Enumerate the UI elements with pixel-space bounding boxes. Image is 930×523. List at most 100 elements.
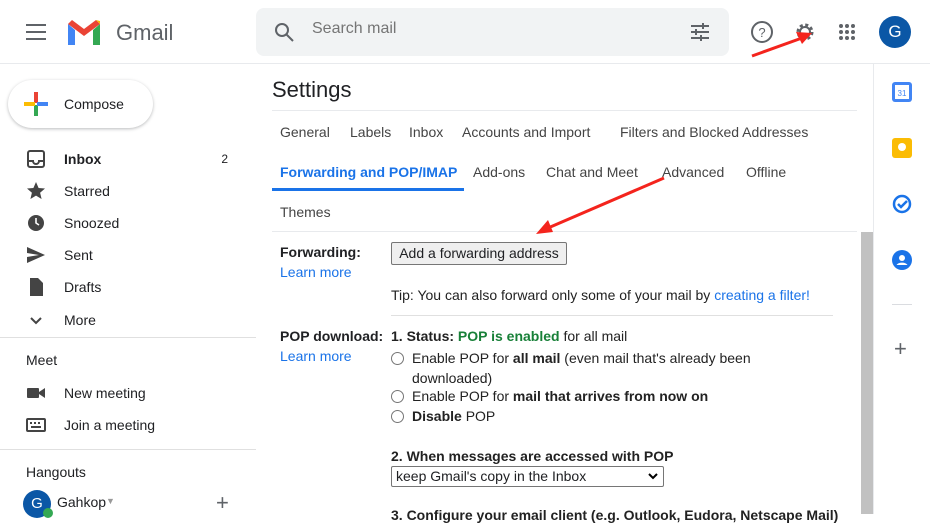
tab-advanced[interactable]: Advanced	[662, 164, 724, 180]
divider	[272, 110, 857, 111]
forwarding-learn-more-link[interactable]: Learn more	[280, 264, 352, 280]
sidebar-item-more[interactable]: More	[0, 304, 256, 336]
radio-button[interactable]	[391, 390, 404, 403]
draft-icon	[30, 278, 43, 296]
compose-button[interactable]: Compose	[8, 80, 153, 128]
divider	[391, 315, 833, 316]
chevron-down-icon	[30, 317, 42, 325]
step3-label: 3. Configure your email client (e.g. Out…	[391, 507, 839, 523]
tab-inbox[interactable]: Inbox	[409, 124, 443, 140]
clock-icon	[28, 215, 44, 231]
divider	[272, 231, 857, 232]
star-icon	[27, 182, 45, 199]
sidebar-item-label: Inbox	[64, 151, 102, 167]
sidebar-item-drafts[interactable]: Drafts	[0, 271, 256, 303]
radio-button[interactable]	[391, 352, 404, 365]
side-panel: 31 +	[873, 64, 930, 514]
hangouts-heading: Hangouts	[26, 464, 86, 480]
contacts-icon[interactable]	[892, 250, 912, 270]
sidebar-item-starred[interactable]: Starred	[0, 175, 256, 207]
radio-button[interactable]	[391, 410, 404, 423]
add-hangout-icon[interactable]: +	[216, 490, 229, 516]
tasks-icon[interactable]	[892, 194, 912, 214]
top-bar: Gmail ? G	[0, 0, 930, 64]
help-icon[interactable]: ?	[750, 20, 774, 44]
add-forwarding-address-button[interactable]: Add a forwarding address	[391, 242, 567, 265]
tab-general[interactable]: General	[280, 124, 330, 140]
option-text: all mail	[512, 350, 561, 366]
tab-chat-meet[interactable]: Chat and Meet	[546, 164, 638, 180]
inbox-count: 2	[221, 152, 228, 166]
status-suffix: for all mail	[559, 328, 628, 344]
svg-text:?: ?	[758, 25, 765, 40]
keyboard-icon	[26, 418, 46, 432]
tab-addons[interactable]: Add-ons	[473, 164, 525, 180]
send-icon	[27, 247, 45, 263]
search-input[interactable]	[312, 20, 612, 38]
menu-icon[interactable]	[26, 22, 46, 42]
apps-grid-icon[interactable]	[838, 23, 856, 41]
inbox-icon	[27, 150, 45, 168]
plus-icon	[24, 92, 48, 116]
caret-down-icon[interactable]: ▼	[106, 496, 115, 506]
option-text: mail that arrives from now on	[512, 388, 709, 404]
option-text: Disable	[412, 408, 462, 424]
sidebar-item-snoozed[interactable]: Snoozed	[0, 207, 256, 239]
gmail-logo-icon	[68, 20, 100, 45]
tab-labels[interactable]: Labels	[350, 124, 391, 140]
pop-all-mail-option[interactable]: Enable POP for all mail (even mail that'…	[391, 348, 771, 388]
scrollbar[interactable]	[861, 232, 873, 514]
search-bar	[256, 8, 729, 56]
pop-from-now-option[interactable]: Enable POP for mail that arrives from no…	[391, 388, 708, 404]
tab-accounts[interactable]: Accounts and Import	[462, 124, 590, 140]
meet-heading: Meet	[26, 352, 58, 368]
page-title: Settings	[272, 77, 352, 102]
sidebar-item-label: Snoozed	[64, 215, 120, 231]
add-addon-icon[interactable]: +	[894, 336, 907, 362]
active-tab-indicator	[272, 188, 464, 191]
sidebar-item-label: Drafts	[64, 279, 102, 295]
calendar-icon[interactable]: 31	[892, 82, 912, 102]
app-name: Gmail	[116, 20, 174, 45]
sidebar-item-label: Starred	[64, 183, 110, 199]
create-filter-link[interactable]: creating a filter!	[714, 287, 810, 303]
step2-label: 2. When messages are accessed with POP	[391, 448, 674, 464]
tab-filters[interactable]: Filters and Blocked Addresses	[620, 124, 808, 140]
new-meeting-item[interactable]: New meeting	[0, 377, 256, 409]
pop-status: POP is enabled	[457, 328, 560, 344]
sidebar-item-label: More	[64, 312, 96, 328]
arrow-to-forwarding	[547, 176, 665, 230]
join-meeting-item[interactable]: Join a meeting	[0, 409, 256, 441]
svg-text:31: 31	[898, 89, 907, 98]
search-icon[interactable]	[274, 22, 294, 42]
chevron-down-icon	[648, 473, 658, 480]
disable-pop-option[interactable]: Disable POP	[391, 408, 495, 424]
compose-label: Compose	[64, 96, 124, 112]
sidebar-item-sent[interactable]: Sent	[0, 239, 256, 271]
pop-action-select[interactable]: keep Gmail's copy in the Inbox	[391, 466, 664, 487]
video-camera-icon	[27, 388, 45, 398]
sidebar-item-inbox[interactable]: Inbox 2	[0, 143, 256, 175]
divider	[0, 449, 256, 450]
search-options-icon[interactable]	[690, 22, 710, 42]
option-text: POP	[461, 408, 496, 424]
pop-learn-more-link[interactable]: Learn more	[280, 348, 352, 364]
divider	[0, 337, 256, 338]
tab-offline[interactable]: Offline	[746, 164, 786, 180]
tab-themes[interactable]: Themes	[280, 204, 331, 220]
sidebar-item-label: New meeting	[64, 385, 146, 401]
sidebar-item-label: Join a meeting	[64, 417, 156, 433]
pop-download-label: POP download:	[280, 328, 384, 344]
hangouts-user[interactable]: Gahkop	[57, 494, 106, 510]
settings-gear-icon[interactable]	[793, 20, 817, 44]
tab-forwarding[interactable]: Forwarding and POP/IMAP	[280, 164, 457, 180]
status-label: 1. Status:	[391, 328, 458, 344]
divider	[892, 304, 912, 305]
online-status-dot	[43, 508, 53, 518]
option-text: Enable POP for	[412, 388, 513, 404]
select-value: keep Gmail's copy in the Inbox	[396, 468, 587, 484]
tip-text: Tip: You can also forward only some of y…	[391, 287, 715, 303]
option-text: Enable POP for	[412, 350, 513, 366]
keep-icon[interactable]	[892, 138, 912, 158]
account-avatar[interactable]: G	[879, 16, 911, 48]
